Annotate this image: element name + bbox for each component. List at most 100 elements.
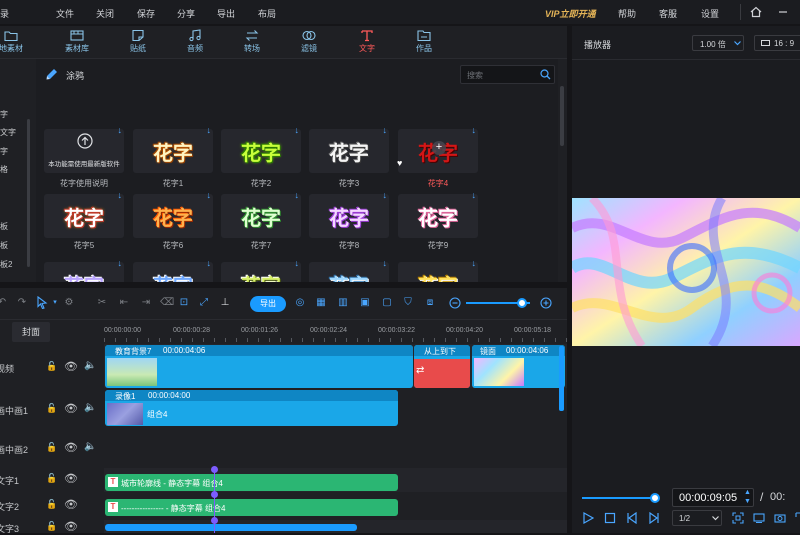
fit-icon[interactable]: ⤢ bbox=[198, 297, 210, 309]
preview-canvas[interactable] bbox=[572, 198, 800, 346]
timeline-vertical-scrollbar[interactable] bbox=[559, 346, 564, 411]
sidenav-item[interactable]: 格 bbox=[0, 164, 8, 175]
shield-icon[interactable]: ⛉ bbox=[402, 297, 414, 309]
crop-tool-icon[interactable]: ⊡ bbox=[178, 297, 190, 309]
tab-transitions[interactable]: 转场 bbox=[227, 26, 277, 59]
lock-icon[interactable]: 🔓 bbox=[46, 442, 57, 453]
download-icon[interactable]: ↓ bbox=[207, 125, 212, 135]
text-template-14[interactable]: 花字 ↓ bbox=[398, 258, 478, 282]
aspect-ratio-select[interactable]: 16 : 9 bbox=[754, 35, 800, 51]
keyframe-marker[interactable] bbox=[211, 517, 218, 524]
next-frame-icon[interactable] bbox=[648, 512, 660, 524]
time-stepper-up-icon[interactable]: ▲ bbox=[744, 489, 751, 496]
timeline-horizontal-scrollbar[interactable] bbox=[105, 524, 357, 531]
mosaic-icon[interactable]: ▣ bbox=[359, 297, 371, 309]
menu-file[interactable]: 文件 bbox=[56, 7, 74, 20]
trim-left-icon[interactable]: ⇤ bbox=[118, 297, 130, 309]
zoom-slider-handle[interactable] bbox=[517, 298, 527, 308]
text-template-11[interactable]: 花字 ↓ bbox=[133, 258, 213, 282]
split-screen-icon[interactable]: ▥ bbox=[337, 297, 349, 309]
speaker-icon[interactable]: 🔈 bbox=[84, 441, 96, 452]
playhead-handle[interactable] bbox=[211, 466, 218, 473]
trim-right-icon[interactable]: ⇥ bbox=[140, 297, 152, 309]
playback-progress[interactable] bbox=[582, 497, 657, 499]
page-select[interactable]: 1/2 bbox=[672, 510, 722, 526]
eye-icon[interactable]: 👁 bbox=[64, 441, 78, 454]
text-template-8[interactable]: 花字 ↓ bbox=[309, 190, 389, 238]
text-template-7[interactable]: 花字 ↓ bbox=[221, 190, 301, 238]
zoom-out-icon[interactable] bbox=[449, 297, 461, 309]
download-icon[interactable]: ↓ bbox=[472, 190, 477, 200]
sidenav-item[interactable]: 板 bbox=[0, 221, 8, 232]
zoom-in-icon[interactable] bbox=[540, 297, 552, 309]
lock-icon[interactable]: 🔓 bbox=[46, 521, 57, 532]
download-icon[interactable]: ↓ bbox=[383, 125, 388, 135]
text-template-1[interactable]: 花字 ↓ bbox=[133, 125, 213, 173]
add-icon[interactable]: + bbox=[432, 141, 446, 155]
time-stepper-down-icon[interactable]: ▼ bbox=[744, 498, 751, 505]
download-icon[interactable]: ↓ bbox=[207, 258, 212, 268]
download-icon[interactable]: ↓ bbox=[118, 125, 123, 135]
tab-local-media[interactable]: 地素材 bbox=[0, 26, 36, 59]
grid-scrollbar[interactable] bbox=[560, 86, 564, 146]
search-icon[interactable] bbox=[540, 69, 551, 80]
menu-close[interactable]: 关闭 bbox=[96, 7, 114, 20]
search-input[interactable]: 搜索 bbox=[460, 65, 555, 84]
eye-icon[interactable]: 👁 bbox=[64, 520, 78, 533]
download-icon[interactable]: ↓ bbox=[295, 258, 300, 268]
text-template-2[interactable]: 花字 ↓ bbox=[221, 125, 301, 173]
cursor-icon[interactable] bbox=[36, 296, 48, 309]
menu-cut-item[interactable]: 录 bbox=[0, 7, 9, 20]
crop-icon[interactable] bbox=[732, 512, 744, 524]
lock-icon[interactable]: 🔓 bbox=[46, 361, 57, 372]
timecode-field[interactable]: 00:00:09:05 ▲ ▼ bbox=[672, 488, 754, 507]
eye-icon[interactable]: 👁 bbox=[64, 472, 78, 485]
speed-select[interactable]: 1.00 倍 bbox=[692, 35, 744, 51]
eye-icon[interactable]: 👁 bbox=[64, 402, 78, 415]
tab-audio[interactable]: 音频 bbox=[170, 26, 220, 59]
download-icon[interactable]: ↓ bbox=[472, 125, 477, 135]
menu-support[interactable]: 客服 bbox=[659, 7, 677, 20]
cover-button[interactable]: 封面 bbox=[12, 322, 50, 342]
frame-icon[interactable]: ▢ bbox=[381, 297, 393, 309]
chevron-down-icon[interactable]: ▾ bbox=[49, 297, 61, 309]
favorite-heart-icon[interactable]: ♥ bbox=[397, 158, 402, 168]
tab-text[interactable]: 文字 bbox=[342, 26, 392, 59]
tab-stickers[interactable]: 贴纸 bbox=[113, 26, 163, 59]
download-icon[interactable]: ↓ bbox=[383, 190, 388, 200]
menu-settings[interactable]: 设置 bbox=[701, 7, 719, 20]
home-icon[interactable] bbox=[750, 6, 762, 18]
sidenav-scrollbar[interactable] bbox=[27, 119, 30, 267]
snapshot-icon[interactable] bbox=[774, 512, 786, 524]
video-clip-transition[interactable]: 从上到下 ⇄ bbox=[414, 345, 470, 388]
lock-icon[interactable]: 🔓 bbox=[46, 499, 57, 510]
download-icon[interactable]: ↓ bbox=[472, 258, 477, 268]
time-ruler[interactable]: 00:00:00:00 00:00:00:28 00:00:01:26 00:0… bbox=[104, 324, 567, 342]
text-clip-2[interactable]: T ---------------- - 静态字幕 组合4 bbox=[105, 499, 398, 516]
sidenav-item[interactable]: 板2 bbox=[0, 259, 12, 270]
tab-works[interactable]: 作品 bbox=[399, 26, 449, 59]
voiceover-icon[interactable]: ◎ bbox=[294, 297, 306, 309]
export-button[interactable]: 导出 bbox=[250, 296, 286, 312]
text-template-12[interactable]: 花字 ↓ bbox=[221, 258, 301, 282]
download-icon[interactable]: ↓ bbox=[295, 125, 300, 135]
pip-clip-1[interactable]: 录像1 00:00:04:00 组合4 bbox=[105, 390, 398, 426]
text-template-3[interactable]: 花字 ↓ bbox=[309, 125, 389, 173]
text-template-9[interactable]: 花字 ↓ bbox=[398, 190, 478, 238]
text-template-guide[interactable]: 本功能需使用最新版软件 ↓ bbox=[44, 125, 124, 173]
download-icon[interactable]: ↓ bbox=[295, 190, 300, 200]
eye-icon[interactable]: 👁 bbox=[64, 498, 78, 511]
split-icon[interactable]: ✂ bbox=[96, 297, 108, 309]
menu-save[interactable]: 保存 bbox=[137, 7, 155, 20]
text-template-5[interactable]: 花字 ↓ bbox=[44, 190, 124, 238]
sidenav-item[interactable]: 字 bbox=[0, 146, 8, 157]
keyframe-marker[interactable] bbox=[211, 491, 218, 498]
text-template-4[interactable]: 花字 + ↓ bbox=[398, 125, 478, 173]
settings-gear-icon[interactable]: ⚙ bbox=[63, 297, 75, 309]
playback-slider-handle[interactable] bbox=[650, 493, 660, 503]
redo-icon[interactable]: ↷ bbox=[16, 297, 28, 309]
delete-icon[interactable]: ⌫ bbox=[160, 297, 174, 309]
speaker-icon[interactable]: 🔈 bbox=[84, 402, 96, 413]
vip-upgrade-link[interactable]: VIP立即开通 bbox=[545, 7, 596, 20]
sidenav-item[interactable]: 文字 bbox=[0, 127, 16, 138]
